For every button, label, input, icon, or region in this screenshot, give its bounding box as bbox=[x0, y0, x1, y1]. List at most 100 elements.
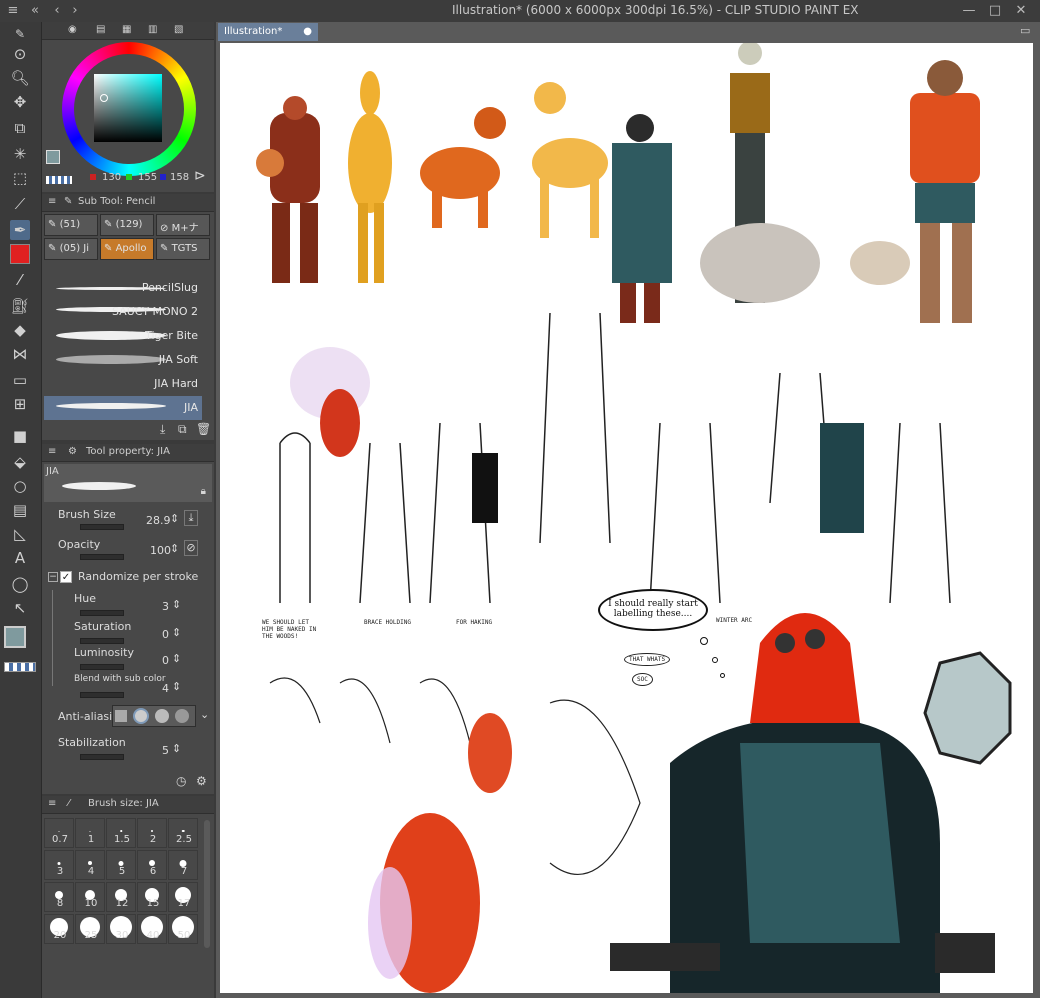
balloon-icon[interactable]: ◯ bbox=[10, 574, 30, 594]
brush-size-option[interactable]: 20 bbox=[44, 914, 74, 944]
aa-strong-icon[interactable] bbox=[175, 709, 189, 723]
brush-size-option[interactable]: 8 bbox=[44, 882, 74, 912]
brush-size-option[interactable]: 17 bbox=[168, 882, 198, 912]
subtool-tab-5-active[interactable]: ✎ Apollo bbox=[100, 238, 154, 260]
maximize-button[interactable]: □ bbox=[986, 2, 1004, 20]
brush-item-selected[interactable]: JIA bbox=[44, 396, 202, 420]
blend-icon[interactable]: ⊞ bbox=[10, 394, 30, 414]
ribbon-icon[interactable]: ⋈ bbox=[10, 344, 30, 364]
operation-tool-icon[interactable]: ⊙ bbox=[10, 44, 30, 64]
hue-row[interactable]: Hue 3 ⇕ bbox=[42, 592, 214, 616]
drawing-canvas[interactable]: I should really start labelling these...… bbox=[220, 43, 1033, 993]
brush-size-option[interactable]: 4 bbox=[75, 850, 105, 880]
minimize-panel-icon[interactable]: « bbox=[26, 2, 44, 20]
mini-main-swatch[interactable] bbox=[46, 150, 60, 164]
brush-size-option[interactable]: 1 bbox=[75, 818, 105, 848]
canvas-tab[interactable]: Illustration* ● bbox=[218, 23, 318, 41]
copy-icon[interactable]: ⧉ bbox=[178, 422, 187, 437]
minimize-button[interactable]: — bbox=[960, 2, 978, 20]
subtool-tab-3[interactable]: ⊘ M+ナ bbox=[156, 214, 210, 236]
settings-icon[interactable]: ⚙ bbox=[196, 774, 207, 788]
subtool-tab-2[interactable]: ✎ (129) bbox=[100, 214, 154, 236]
scrollbar[interactable] bbox=[204, 820, 210, 948]
move-tool-icon[interactable]: ✥ bbox=[10, 92, 30, 112]
main-color-swatch[interactable] bbox=[4, 626, 26, 648]
collapse-icon[interactable]: − bbox=[48, 572, 58, 582]
eraser-icon[interactable]: ▭ bbox=[10, 370, 30, 390]
panel-menu-icon[interactable]: ≡ bbox=[48, 196, 56, 207]
pressure-icon[interactable]: ⤓ bbox=[184, 510, 198, 526]
brush-size-option[interactable]: 6 bbox=[137, 850, 167, 880]
fill-icon[interactable]: ⬙ bbox=[10, 452, 30, 472]
chevron-down-icon[interactable]: ⌄ bbox=[200, 708, 209, 721]
aa-weak-icon[interactable] bbox=[133, 708, 149, 724]
auto-select-icon[interactable]: ✳ bbox=[10, 144, 30, 164]
brush-item[interactable]: Tiger Bite bbox=[44, 324, 202, 348]
pen-icon[interactable]: ✒ bbox=[10, 220, 30, 240]
eyedropper-icon[interactable]: ⟋ bbox=[10, 194, 30, 214]
panel-menu-icon[interactable]: ≡ bbox=[48, 446, 56, 457]
randomize-row[interactable]: − ✓ Randomize per stroke bbox=[42, 568, 214, 592]
brush-size-option[interactable]: 50 bbox=[168, 914, 198, 944]
brush-size-option[interactable]: 12 bbox=[106, 882, 136, 912]
brush-item[interactable]: JIA Soft bbox=[44, 348, 202, 372]
gradient-icon[interactable]: ■ bbox=[10, 426, 30, 446]
selection-icon[interactable]: ⬚ bbox=[10, 168, 30, 188]
saturation-value-square[interactable] bbox=[94, 74, 162, 142]
trash-icon[interactable]: 🗑︎ bbox=[196, 422, 211, 436]
close-button[interactable]: ✕ bbox=[1012, 2, 1030, 20]
blend-row[interactable]: Blend with sub color 4 ⇕ bbox=[42, 674, 214, 698]
text-icon[interactable]: A bbox=[10, 548, 30, 568]
decoration-icon[interactable]: ◆ bbox=[10, 320, 30, 340]
brush-icon[interactable]: ⁄ bbox=[10, 270, 30, 290]
forward-icon[interactable]: › bbox=[66, 2, 84, 20]
lock-icon[interactable]: 🔒︎ bbox=[201, 486, 206, 497]
color-slider-tab-icon[interactable]: ▤ bbox=[96, 24, 105, 35]
airbrush-icon[interactable]: ⛽︎ bbox=[10, 296, 30, 316]
figure-icon[interactable]: ○ bbox=[10, 476, 30, 496]
brush-size-option[interactable]: 1.5 bbox=[106, 818, 136, 848]
anti-aliasing-row[interactable]: Anti-aliasing ⌄ bbox=[42, 704, 214, 728]
saturation-row[interactable]: Saturation 0 ⇕ bbox=[42, 620, 214, 644]
zoom-tool-icon[interactable]: 🔍︎ bbox=[10, 68, 30, 88]
reset-icon[interactable]: ◷ bbox=[176, 774, 186, 788]
brush-size-option[interactable]: 3 bbox=[44, 850, 74, 880]
anti-aliasing-selector[interactable] bbox=[112, 705, 196, 727]
brush-size-option[interactable]: 30 bbox=[106, 914, 136, 944]
brush-size-row[interactable]: Brush Size 28.9 ⇕ ⤓ bbox=[42, 506, 214, 530]
brush-item[interactable]: SAUCY MONO 2 bbox=[44, 300, 202, 324]
color-mode-icon[interactable]: ⊳ bbox=[194, 168, 206, 184]
color-picker-cursor[interactable] bbox=[100, 94, 108, 102]
brush-size-option[interactable]: 40 bbox=[137, 914, 167, 944]
tab-menu-icon[interactable]: ▭ bbox=[1020, 24, 1030, 37]
randomize-checkbox[interactable]: ✓ bbox=[60, 571, 72, 583]
pencil-icon[interactable] bbox=[10, 244, 30, 264]
transparent-color-icon[interactable] bbox=[4, 662, 36, 672]
subtool-tab-6[interactable]: ✎ TGTS bbox=[156, 238, 210, 260]
frame-icon[interactable]: ▤ bbox=[10, 500, 30, 520]
luminosity-row[interactable]: Luminosity 0 ⇕ bbox=[42, 646, 214, 670]
brush-size-option[interactable]: 10 bbox=[75, 882, 105, 912]
ruler-icon[interactable]: ◺ bbox=[10, 524, 30, 544]
opacity-icon[interactable]: ⊘ bbox=[184, 540, 198, 556]
aa-none-icon[interactable] bbox=[115, 710, 127, 722]
stabilization-row[interactable]: Stabilization 5 ⇕ bbox=[42, 736, 214, 760]
correct-line-icon[interactable]: ↖ bbox=[10, 598, 30, 618]
brush-size-option[interactable]: 15 bbox=[137, 882, 167, 912]
brush-size-option[interactable]: 2 bbox=[137, 818, 167, 848]
brush-item[interactable]: PencilSlug bbox=[44, 276, 202, 300]
color-wheel-tab-icon[interactable]: ◉ bbox=[68, 24, 77, 35]
menu-icon[interactable]: ≡ bbox=[4, 2, 22, 20]
brush-size-option[interactable]: 25 bbox=[75, 914, 105, 944]
color-set-tab-icon[interactable]: ▦ bbox=[122, 24, 131, 35]
brush-size-option[interactable]: 5 bbox=[106, 850, 136, 880]
approx-color-tab-icon[interactable]: ▧ bbox=[174, 24, 183, 35]
pen-tool-icon[interactable]: ✎ bbox=[10, 24, 30, 44]
layer-move-icon[interactable]: ⧉ bbox=[10, 118, 30, 138]
panel-menu-icon[interactable]: ≡ bbox=[48, 798, 56, 809]
back-icon[interactable]: ‹ bbox=[48, 2, 66, 20]
mini-transparent-icon[interactable] bbox=[46, 176, 72, 184]
brush-size-option[interactable]: 2.5 bbox=[168, 818, 198, 848]
subtool-tab-4[interactable]: ✎ (05) Ji bbox=[44, 238, 98, 260]
download-icon[interactable]: ⤓ bbox=[160, 422, 165, 437]
